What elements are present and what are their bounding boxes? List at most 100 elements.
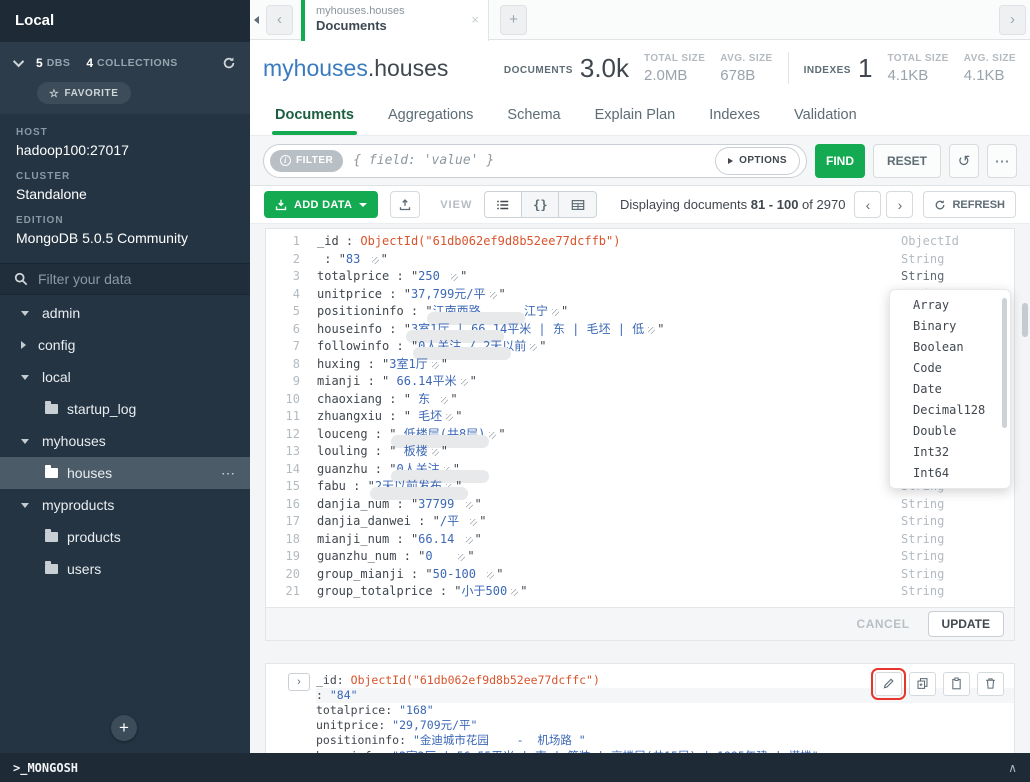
resize-grip-icon[interactable] [470, 519, 478, 526]
resize-grip-icon[interactable] [460, 379, 468, 386]
resize-grip-icon[interactable] [451, 274, 459, 281]
sidebar-filter-input[interactable] [38, 271, 228, 287]
create-database-button[interactable]: + [111, 715, 137, 741]
reset-button[interactable]: RESET [872, 143, 941, 178]
document-field-row[interactable]: 18mianji_num : 66.14 "66.14 "String [266, 531, 1014, 549]
field-type[interactable]: String [901, 513, 944, 531]
tree-item[interactable]: admin [0, 297, 250, 329]
field-value[interactable]: 83 [346, 252, 368, 266]
field-name[interactable]: unitprice [317, 287, 382, 301]
mongosh-bar[interactable]: >_MONGOSH ∧ [0, 753, 1030, 782]
resize-grip-icon[interactable] [489, 291, 497, 299]
view-tab[interactable]: Explain Plan [595, 96, 676, 135]
field-value[interactable]: 37,799元/平 [411, 287, 486, 301]
field-name[interactable]: followinfo [317, 339, 389, 353]
resize-grip-icon[interactable] [431, 361, 439, 369]
field-name[interactable]: fabu [317, 479, 346, 493]
tree-item[interactable]: houses ⋯ [0, 457, 250, 489]
type-option[interactable]: Binary [890, 316, 1010, 337]
field-name[interactable]: mianji_num [317, 532, 389, 546]
list-view-button[interactable] [485, 192, 523, 217]
field-name[interactable]: guanzhu_num [317, 549, 396, 563]
field-name[interactable]: positioninfo [317, 304, 404, 318]
type-option[interactable]: Int64 [890, 463, 1010, 484]
document-field-row[interactable]: 20group_mianji : 50-100 "50-100 "String [266, 566, 1014, 584]
field-type[interactable]: String [901, 583, 944, 601]
field-type[interactable]: String [901, 496, 944, 514]
prev-tabs-button[interactable]: ‹ [266, 4, 293, 35]
field-name[interactable]: louceng [317, 427, 368, 441]
resize-grip-icon[interactable] [530, 344, 538, 351]
tree-item[interactable]: myproducts [0, 489, 250, 521]
field-name[interactable]: danjia_danwei [317, 514, 411, 528]
type-option[interactable]: Decimal128 [890, 400, 1010, 421]
mongosh-label[interactable]: >_MONGOSH [13, 761, 78, 775]
resize-grip-icon[interactable] [371, 256, 379, 264]
tree-item[interactable]: config [0, 329, 250, 361]
tree-item[interactable]: myhouses [0, 425, 250, 457]
field-name[interactable]: group_mianji [317, 567, 404, 581]
next-tabs-button[interactable]: › [999, 4, 1026, 35]
next-page-button[interactable]: › [886, 191, 914, 218]
field-value[interactable]: 0 [425, 549, 454, 563]
new-tab-button[interactable]: + [500, 4, 527, 35]
dropdown-scrollbar[interactable] [1002, 298, 1007, 428]
field-value[interactable]: 小于500 [462, 584, 508, 598]
collapse-sidebar-icon[interactable] [250, 15, 263, 24]
document-field-row[interactable]: 2 : 83 "83 "String [266, 251, 1014, 269]
refresh-databases-icon[interactable] [222, 56, 236, 70]
field-name[interactable]: danjia_num [317, 497, 389, 511]
field-value[interactable]: 250 [418, 269, 447, 283]
document-field-row[interactable]: 17danjia_danwei : /平 "/平 "String [266, 513, 1014, 531]
resize-grip-icon[interactable] [551, 309, 559, 316]
prev-page-button[interactable]: ‹ [854, 191, 882, 218]
type-option[interactable]: Code [890, 358, 1010, 379]
field-value[interactable]: 37799 [418, 497, 461, 511]
type-option[interactable]: Int32 [890, 442, 1010, 463]
resize-grip-icon[interactable] [511, 589, 519, 596]
field-name[interactable]: houseinfo [317, 322, 382, 336]
clone-document-button[interactable] [909, 671, 936, 696]
resize-grip-icon[interactable] [487, 571, 495, 579]
edit-document-button[interactable] [871, 667, 906, 700]
add-data-button[interactable]: ADD DATA [264, 191, 379, 218]
json-view-button[interactable]: {} [522, 192, 560, 217]
field-name[interactable]: _id [317, 234, 339, 248]
active-workspace-tab[interactable]: myhouses.houses Documents × [301, 0, 489, 41]
query-history-icon[interactable]: ↺ [949, 143, 979, 178]
update-button[interactable]: UPDATE [927, 610, 1004, 637]
preview-field-row[interactable]: totalprice: "168""168" [316, 703, 1014, 718]
view-tab[interactable]: Documents [272, 96, 357, 135]
field-value[interactable]: /平 [440, 514, 466, 528]
preview-field-row[interactable]: positioninfo: "金迪城市花园 - 机场路 ""金迪城市花园 - 机… [316, 733, 1014, 748]
resize-grip-icon[interactable] [446, 414, 454, 421]
close-tab-icon[interactable]: × [471, 12, 479, 27]
field-value[interactable]: 66.14 [418, 532, 461, 546]
preview-field-row[interactable]: unitprice: "29,709元/平""29,709元/平" [316, 718, 1014, 733]
delete-document-button[interactable] [977, 671, 1004, 696]
export-collection-button[interactable] [390, 191, 421, 218]
expand-shell-icon[interactable]: ∧ [1008, 761, 1017, 775]
resize-grip-icon[interactable] [441, 396, 449, 404]
favorite-button[interactable]: ☆ FAVORITE [37, 82, 131, 104]
view-tab[interactable]: Indexes [709, 96, 760, 135]
resize-grip-icon[interactable] [431, 449, 439, 456]
resize-grip-icon[interactable] [648, 326, 656, 334]
document-field-row[interactable]: 3totalprice : 250 "250 "String [266, 268, 1014, 286]
field-value[interactable]: 50-100 [433, 567, 484, 581]
field-name[interactable]: mianji [317, 374, 360, 388]
tree-item[interactable]: products [0, 521, 250, 553]
type-option[interactable]: Double [890, 421, 1010, 442]
more-options-icon[interactable]: ⋯ [987, 143, 1017, 178]
cancel-button[interactable]: CANCEL [857, 617, 910, 631]
field-name[interactable]: louling [317, 444, 368, 458]
view-tab[interactable]: Validation [794, 96, 857, 135]
database-name[interactable]: myhouses [263, 55, 368, 81]
view-tab[interactable]: Aggregations [388, 96, 473, 135]
field-value[interactable]: 东 [411, 392, 437, 406]
document-field-row[interactable]: 16danjia_num : 37799 "37799 "String [266, 496, 1014, 514]
tree-item[interactable]: users [0, 553, 250, 585]
tree-item[interactable]: local [0, 361, 250, 393]
table-view-button[interactable] [559, 192, 596, 217]
field-value[interactable]: 毛坯 [411, 409, 442, 423]
